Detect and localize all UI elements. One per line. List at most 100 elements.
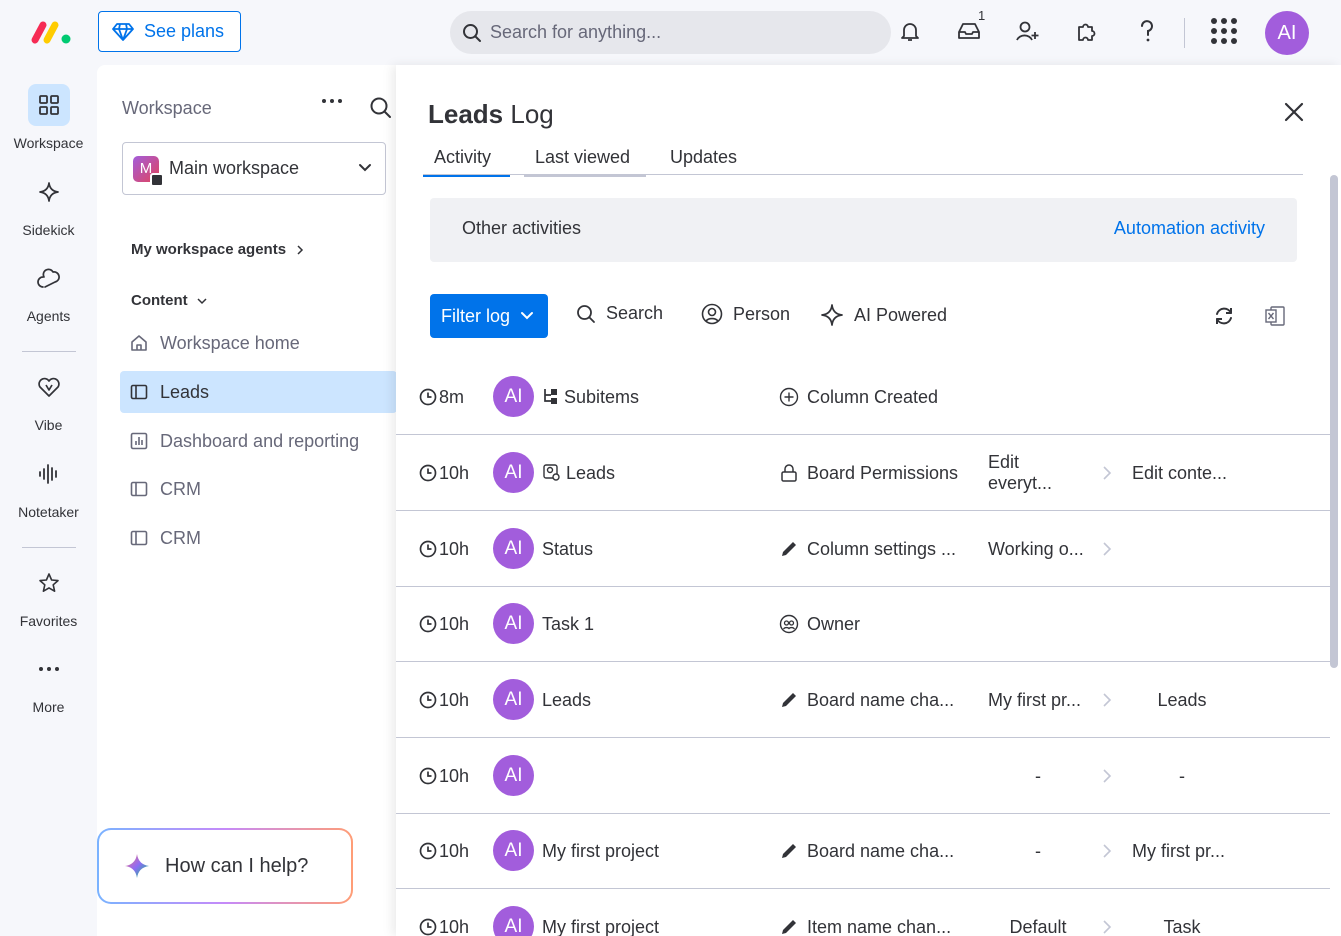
help-icon[interactable] — [1133, 17, 1161, 45]
workspace-avatar: M — [133, 155, 164, 187]
person-filter-label: Person — [733, 303, 791, 324]
content-label: Content — [131, 292, 188, 309]
workspace-title: Workspace — [122, 98, 212, 118]
refresh-icon[interactable] — [1213, 305, 1235, 327]
filter-log-button[interactable]: Filter log — [430, 294, 548, 338]
workspace-selector[interactable]: M Main workspace — [122, 142, 386, 195]
log-time-value: 10h — [439, 916, 470, 936]
invite-member-icon[interactable] — [1014, 17, 1042, 45]
heart-icon — [28, 366, 70, 408]
log-time-value: 10h — [439, 765, 470, 786]
workspace-options-icon[interactable] — [321, 98, 343, 104]
dots-icon — [28, 648, 70, 690]
rail-item-workspace[interactable]: Workspace — [0, 84, 97, 151]
apps-grid-icon[interactable] — [1209, 17, 1239, 45]
board-icon — [130, 383, 148, 401]
chevron-right-icon — [1102, 813, 1112, 889]
log-action: Board name cha... — [779, 813, 954, 889]
sidebar-item-workspace-home[interactable]: Workspace home — [120, 322, 397, 364]
person-filter-button[interactable]: Person — [701, 303, 790, 325]
log-row[interactable]: 10h AI My first project Item name chan..… — [396, 889, 1330, 936]
rail-label-notetaker: Notetaker — [18, 504, 79, 520]
rail-item-notetaker[interactable]: Notetaker — [0, 453, 97, 520]
sparkle-icon — [123, 852, 151, 880]
log-time: 10h — [419, 662, 469, 738]
rail-item-agents[interactable]: Agents — [0, 257, 97, 324]
tab-activity[interactable]: Activity — [423, 147, 510, 177]
log-row[interactable]: 10h AI - - — [396, 738, 1330, 814]
puzzle-icon[interactable] — [1073, 17, 1101, 45]
sidebar-item-label: Workspace home — [160, 332, 300, 353]
avatar[interactable]: AI — [493, 830, 534, 871]
log-row[interactable]: 8m AI Subitems Column Created — [396, 359, 1330, 435]
content-section-toggle[interactable]: Content — [131, 292, 208, 309]
rail-divider — [22, 547, 76, 548]
home-icon — [150, 172, 164, 187]
log-item-name: Leads — [542, 662, 591, 738]
log-row[interactable]: 10h AI Leads Board Permissions Edit ever… — [396, 435, 1330, 511]
diamond-icon — [112, 22, 134, 42]
ai-powered-button[interactable]: AI Powered — [820, 303, 947, 327]
search-icon — [462, 23, 482, 43]
board-icon — [130, 529, 148, 547]
log-scrollbar[interactable] — [1330, 175, 1338, 668]
sidebar-item-leads[interactable]: Leads — [120, 371, 397, 413]
star-icon — [28, 562, 70, 604]
ai-help-label: How can I help? — [165, 854, 309, 877]
workspace-search-icon[interactable] — [369, 96, 393, 120]
avatar[interactable]: AI — [493, 906, 534, 936]
chevron-right-icon — [1102, 511, 1112, 587]
board-people-icon — [542, 463, 562, 483]
rail-label-workspace: Workspace — [13, 135, 84, 151]
log-item-name: Status — [542, 511, 593, 587]
avatar[interactable]: AI — [493, 603, 534, 644]
log-row[interactable]: 10h AI Leads Board name cha... My first … — [396, 662, 1330, 738]
log-action-label: Column settings ... — [807, 538, 957, 559]
other-activities-link[interactable]: Other activities — [462, 218, 581, 239]
clock-icon — [419, 767, 437, 785]
sidebar-item-label: Leads — [160, 381, 210, 402]
sidebar-item-crm[interactable]: CRM — [120, 517, 397, 559]
user-avatar[interactable]: AI — [1265, 11, 1309, 55]
automation-activity-link[interactable]: Automation activity — [1114, 218, 1265, 239]
log-item-label: Leads — [566, 462, 616, 483]
rail-item-more[interactable]: More — [0, 648, 97, 715]
close-icon[interactable] — [1283, 101, 1305, 123]
monday-logo-icon[interactable] — [30, 18, 74, 46]
see-plans-button[interactable]: See plans — [98, 11, 241, 52]
export-excel-icon[interactable] — [1264, 305, 1286, 327]
log-action-label: Column Created — [807, 386, 939, 407]
activity-log-panel: Leads Log Activity Last viewed Updates O… — [396, 65, 1341, 936]
topbar-divider — [1184, 18, 1185, 48]
log-title: Leads Log — [428, 99, 554, 130]
log-search-button[interactable]: Search — [576, 303, 663, 324]
home-icon — [130, 334, 148, 352]
log-time: 10h — [419, 889, 469, 936]
log-row[interactable]: 10h AI Status Column settings ... Workin… — [396, 511, 1330, 587]
rail-item-vibe[interactable]: Vibe — [0, 366, 97, 433]
log-to-value: Edit conte... — [1132, 462, 1228, 483]
add-circle-icon — [779, 387, 799, 407]
avatar[interactable]: AI — [493, 528, 534, 569]
avatar[interactable]: AI — [493, 376, 534, 417]
avatar[interactable]: AI — [493, 452, 534, 493]
workspace-agents-link[interactable]: My workspace agents — [131, 241, 304, 258]
sidebar-item-crm[interactable]: CRM — [120, 468, 397, 510]
log-item-name: My first project — [542, 889, 659, 936]
rail-item-sidekick[interactable]: Sidekick — [0, 171, 97, 238]
grid-icon — [27, 84, 70, 126]
tab-updates[interactable]: Updates — [659, 147, 755, 177]
sidebar-item-dashboard[interactable]: Dashboard and reporting — [120, 420, 397, 462]
tab-last-viewed[interactable]: Last viewed — [524, 147, 646, 177]
bell-icon[interactable] — [896, 17, 924, 45]
rail-label-favorites: Favorites — [19, 613, 78, 629]
subitems-icon — [542, 387, 560, 407]
ai-help-button[interactable]: How can I help? — [97, 828, 353, 904]
log-row[interactable]: 10h AI Task 1 Owner — [396, 586, 1330, 662]
pencil-icon — [779, 539, 799, 559]
global-search-input[interactable]: Search for anything... — [450, 11, 891, 54]
avatar[interactable]: AI — [493, 755, 534, 796]
log-row[interactable]: 10h AI My first project Board name cha..… — [396, 813, 1330, 889]
rail-item-favorites[interactable]: Favorites — [0, 562, 97, 629]
avatar[interactable]: AI — [493, 679, 534, 720]
